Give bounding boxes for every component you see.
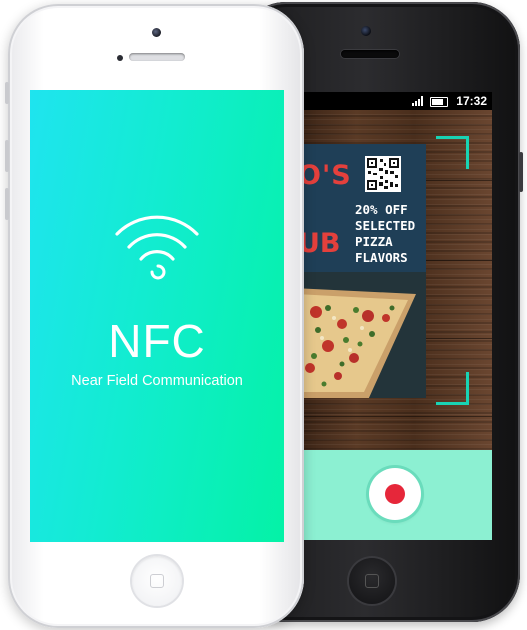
- capture-panel: [298, 450, 492, 540]
- record-icon: [385, 484, 405, 504]
- power-button: [519, 152, 523, 192]
- front-camera-icon: [361, 26, 371, 36]
- home-button[interactable]: [132, 556, 182, 606]
- earpiece-speaker: [129, 53, 185, 61]
- pizza-poster: O'S UB 20% OFF SELECTED PIZZA FLAVORS: [298, 144, 426, 398]
- volume-up-button: [5, 140, 9, 172]
- scanner-screen: 17:32 O'S UB 20% OFF SELECTED PIZZA FLAV…: [298, 92, 492, 540]
- record-button[interactable]: [369, 468, 421, 520]
- nfc-screen: NFC Near Field Communication: [30, 90, 284, 542]
- signal-icon: [412, 96, 423, 106]
- promo-line: SELECTED: [355, 218, 416, 233]
- white-phone: NFC Near Field Communication: [5, 4, 304, 628]
- volume-down-button: [5, 188, 9, 220]
- front-camera-icon: [152, 28, 161, 37]
- status-bar: 17:32: [298, 92, 492, 110]
- home-square-icon: [365, 574, 379, 588]
- pizza-image: [298, 272, 426, 398]
- promo-line: PIZZA: [355, 234, 393, 249]
- camera-viewfinder[interactable]: O'S UB 20% OFF SELECTED PIZZA FLAVORS: [298, 110, 492, 450]
- scan-frame-corner: [436, 372, 469, 405]
- home-square-icon: [150, 574, 164, 588]
- promo-line: FLAVORS: [355, 250, 408, 265]
- wood-plank-line: [298, 416, 492, 417]
- status-time: 17:32: [456, 94, 487, 108]
- nfc-subtitle: Near Field Communication: [71, 373, 243, 389]
- promo-text: 20% OFF SELECTED PIZZA FLAVORS: [355, 202, 425, 266]
- earpiece-speaker: [341, 50, 399, 58]
- promo-line: 20% OFF: [355, 202, 408, 217]
- qr-code-icon[interactable]: [365, 156, 401, 192]
- nfc-signal-icon: [115, 215, 199, 280]
- battery-icon: [430, 97, 448, 107]
- home-button[interactable]: [349, 558, 395, 604]
- proximity-sensor: [117, 55, 123, 61]
- scan-frame-corner: [436, 136, 469, 169]
- nfc-title: NFC: [108, 315, 206, 367]
- mute-switch: [5, 82, 9, 104]
